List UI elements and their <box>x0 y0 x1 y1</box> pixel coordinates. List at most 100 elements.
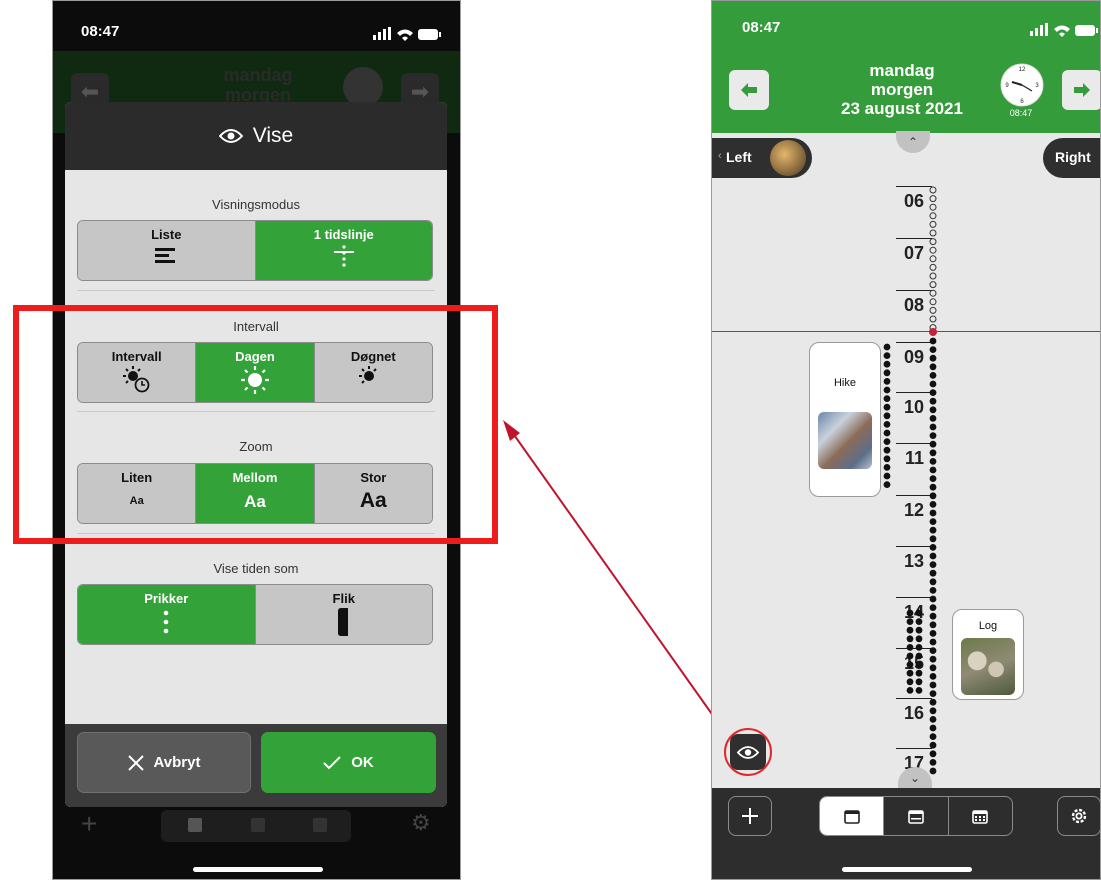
activity-duration-dot <box>906 687 914 694</box>
prev-day-button[interactable] <box>729 70 769 110</box>
remaining-time-dot <box>929 630 937 637</box>
arrow-left-icon <box>741 83 757 97</box>
remaining-time-dot <box>929 432 937 439</box>
elapsed-time-dot <box>929 263 937 271</box>
elapsed-time-dot <box>929 315 937 323</box>
elapsed-time-dot <box>929 195 937 203</box>
remaining-time-dot <box>929 406 937 414</box>
left-user-chip[interactable]: ‹ Left <box>712 138 812 178</box>
next-day-button[interactable] <box>1062 70 1100 110</box>
activity-duration-dot <box>883 464 891 471</box>
remaining-time-dot <box>929 733 937 740</box>
signal-wifi-battery-icon <box>1030 23 1098 37</box>
remaining-time-dot <box>929 698 937 706</box>
elapsed-time-dot <box>929 203 937 211</box>
activity-duration-dot <box>883 438 891 445</box>
activity-duration-dot <box>883 369 891 377</box>
remaining-time-dot <box>929 578 937 586</box>
activity-duration-dot <box>915 609 923 617</box>
activity-duration-dot <box>883 386 891 394</box>
right-phone-screenshot: 08:47 mandag morgen 23 august 2021 12 3 6 9… <box>711 0 1101 880</box>
activity-duration-dot <box>883 472 891 480</box>
clock-digital-time: 08:47 <box>1009 108 1033 118</box>
calendar-day-icon <box>843 809 860 824</box>
elapsed-time-dot <box>929 186 937 194</box>
chevron-up-icon: ⌃ <box>907 135 919 149</box>
activity-card-hike[interactable]: Hike <box>809 342 881 497</box>
elapsed-time-dot <box>929 255 937 263</box>
remaining-time-dot <box>929 724 937 732</box>
activity-duration-dot <box>906 661 914 668</box>
activity-duration-dot <box>883 352 891 359</box>
arrow-right-icon <box>1074 83 1090 97</box>
remaining-time-dot <box>929 440 937 448</box>
activity-duration-dot <box>883 455 891 463</box>
chevron-down-icon: ⌄ <box>909 771 921 785</box>
remaining-time-dot <box>929 458 937 465</box>
elapsed-time-dot <box>929 289 937 297</box>
avatar <box>770 140 806 176</box>
activity-duration-dot <box>915 618 923 625</box>
remaining-time-dot <box>929 535 937 543</box>
activity-duration-dot <box>883 378 891 385</box>
remaining-time-dot <box>929 380 937 388</box>
tab-week[interactable] <box>883 797 947 835</box>
remaining-time-dot <box>929 707 937 715</box>
remaining-time-dot <box>929 475 937 482</box>
activity-duration-dot <box>915 661 923 668</box>
remaining-time-dot <box>929 595 937 603</box>
current-time-line <box>712 331 1100 332</box>
remaining-time-dot <box>929 483 937 491</box>
activity-card-log[interactable]: Log <box>952 609 1024 700</box>
right-user-chip[interactable]: Right <box>1043 138 1100 178</box>
tab-month[interactable] <box>947 797 1012 835</box>
activity-duration-dot <box>915 669 923 677</box>
activity-title: Hike <box>833 377 856 389</box>
chevron-left-icon: ‹ <box>718 150 722 162</box>
activity-duration-dot <box>906 644 914 651</box>
activity-duration-dot <box>883 481 891 488</box>
tab-day[interactable] <box>820 797 884 835</box>
activity-duration-dot <box>906 678 914 686</box>
activity-duration-dot <box>883 446 891 454</box>
activity-duration-dot <box>906 635 914 643</box>
remaining-time-dot <box>929 363 937 371</box>
remaining-time-dot <box>929 501 937 508</box>
status-time: 08:47 <box>742 19 781 36</box>
bottom-toolbar <box>712 788 1100 879</box>
elapsed-time-dot <box>929 229 937 237</box>
elapsed-time-dot <box>929 246 937 254</box>
calendar-week-icon <box>908 809 924 824</box>
date-display: mandag morgen 23 august 2021 <box>807 61 997 118</box>
remaining-time-dot <box>929 354 937 362</box>
activity-duration-dot <box>883 429 891 437</box>
remaining-time-dot <box>929 415 937 422</box>
add-button[interactable] <box>728 796 772 836</box>
activity-duration-dot <box>906 669 914 677</box>
remaining-time-dot <box>929 716 937 723</box>
activity-photo-log <box>961 638 1015 695</box>
remaining-time-dot <box>929 664 937 672</box>
activity-duration-dot <box>883 343 891 351</box>
activity-duration-dot <box>883 403 891 411</box>
view-button[interactable] <box>730 734 766 770</box>
activity-duration-dot <box>883 395 891 402</box>
remaining-time-dot <box>929 638 937 646</box>
remaining-time-dot <box>929 492 937 500</box>
remaining-time-dot <box>929 681 937 689</box>
elapsed-time-dot <box>929 212 937 220</box>
remaining-time-dot <box>929 604 937 611</box>
activity-duration-dot <box>915 635 923 643</box>
settings-button[interactable] <box>1057 796 1100 836</box>
remaining-time-dot <box>929 389 937 396</box>
activity-duration-dot <box>906 618 914 625</box>
activity-duration-dot <box>915 687 923 694</box>
remaining-time-dot <box>929 647 937 654</box>
svg-text:12: 12 <box>1019 67 1026 73</box>
current-time-dot <box>929 328 937 336</box>
scroll-up-button[interactable]: ⌃ <box>896 131 930 153</box>
remaining-time-dot <box>929 759 937 766</box>
status-icons <box>1030 23 1100 42</box>
remaining-time-dot <box>929 449 937 457</box>
elapsed-time-dot <box>929 238 937 246</box>
